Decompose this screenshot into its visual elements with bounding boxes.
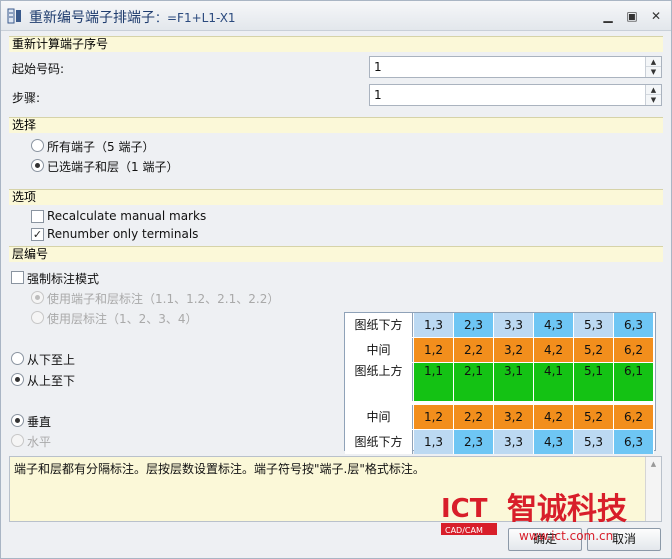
preview-cell: 5,2	[574, 405, 614, 429]
preview-cell: 4,2	[534, 405, 574, 429]
step-value[interactable]: 1	[374, 88, 382, 102]
force-mode-label: 强制标注模式	[27, 272, 100, 286]
preview-cell: 3,2	[494, 405, 534, 429]
preview-row: 中间 1,2 2,2 3,2 4,2 5,2 6,2	[345, 338, 655, 362]
preview-row-label: 图纸上方	[345, 363, 413, 401]
preview-cell: 4,1	[534, 363, 574, 401]
section-level-header: 层编号	[9, 246, 663, 262]
preview-cell: 3,3	[494, 430, 534, 454]
section-options-header: 选项	[9, 189, 663, 205]
section-selection-header: 选择	[9, 117, 663, 133]
all-terminals-label: 所有端子（5 端子）	[47, 140, 155, 154]
force-mode-checkbox[interactable]	[11, 271, 24, 284]
start-number-spinner[interactable]: 1 ▲ ▼	[369, 56, 662, 78]
step-arrows[interactable]: ▲ ▼	[645, 85, 661, 105]
preview-cell: 1,3	[414, 430, 454, 454]
close-button[interactable]: ✕	[647, 8, 665, 24]
preview-cell: 2,2	[454, 405, 494, 429]
preview-cell: 2,2	[454, 338, 494, 362]
preview-cell: 2,3	[454, 313, 494, 337]
preview-row: 图纸上方 1,1 2,1 3,1 4,1 5,1 6,1	[345, 363, 655, 401]
preview-cell: 5,2	[574, 338, 614, 362]
preview-row-label: 图纸下方	[345, 313, 413, 337]
vertical-radio[interactable]	[11, 414, 24, 427]
preview-cell: 4,3	[534, 313, 574, 337]
window-title-suffix: ：=F1+L1-X1	[155, 11, 236, 25]
preview-row-label: 图纸下方	[345, 430, 413, 454]
vertical-label: 垂直	[27, 415, 52, 429]
preview-cell: 3,1	[494, 363, 534, 401]
spin-down-icon[interactable]: ▼	[646, 67, 661, 77]
preview-cell: 6,2	[614, 405, 654, 429]
selected-terminals-radio[interactable]	[31, 159, 44, 172]
bottom-up-radio[interactable]	[11, 352, 24, 365]
start-number-value[interactable]: 1	[374, 60, 382, 74]
use-level-label: 使用层标注（1、2、3、4）	[47, 312, 198, 326]
top-down-label: 从上至下	[27, 374, 76, 388]
description-text: 端子和层都有分隔标注。层按层数设置标注。端子符号按"端子.层"格式标注。	[14, 462, 425, 476]
spin-up-icon[interactable]: ▲	[646, 57, 661, 67]
ok-button[interactable]: 确定	[508, 528, 582, 551]
preview-row: 中间 1,2 2,2 3,2 4,2 5,2 6,2	[345, 405, 655, 429]
step-spinner[interactable]: 1 ▲ ▼	[369, 84, 662, 106]
top-down-radio[interactable]	[11, 373, 24, 386]
preview-cell: 2,3	[454, 430, 494, 454]
start-number-arrows[interactable]: ▲ ▼	[645, 57, 661, 77]
maximize-button[interactable]: ▣	[623, 8, 641, 24]
preview-cell: 4,2	[534, 338, 574, 362]
preview-cell: 6,2	[614, 338, 654, 362]
horizontal-radio[interactable]	[11, 434, 24, 447]
window-title-main: 重新编号端子排端子	[29, 10, 155, 26]
renumber-only-checkbox[interactable]: ✓	[31, 228, 44, 241]
horizontal-label: 水平	[27, 435, 52, 449]
cancel-button[interactable]: 取消	[587, 528, 661, 551]
preview-cell: 6,1	[614, 363, 654, 401]
preview-cell: 1,2	[414, 338, 454, 362]
preview-cell: 5,1	[574, 363, 614, 401]
title-bar: 重新编号端子排端子：=F1+L1-X1 ▁ ▣ ✕	[1, 1, 671, 31]
step-label: 步骤:	[12, 91, 41, 105]
bottom-up-label: 从下至上	[27, 353, 76, 367]
preview-cell: 6,3	[614, 313, 654, 337]
preview-cell: 4,3	[534, 430, 574, 454]
all-terminals-radio[interactable]	[31, 139, 44, 152]
preview-row: 图纸下方 1,3 2,3 3,3 4,3 5,3 6,3	[345, 430, 655, 454]
watermark-logo-sub: CAD/CAM	[445, 526, 483, 535]
renumber-dialog: 重新编号端子排端子：=F1+L1-X1 ▁ ▣ ✕ 重新计算端子序号 起始号码:…	[0, 0, 672, 559]
scroll-up-icon[interactable]: ▲	[646, 457, 661, 471]
description-box: 端子和层都有分隔标注。层按层数设置标注。端子符号按"端子.层"格式标注。 ▲	[9, 456, 662, 522]
preview-cell: 5,3	[574, 313, 614, 337]
recalc-manual-checkbox[interactable]	[31, 210, 44, 223]
preview-cell: 6,3	[614, 430, 654, 454]
spin-down-icon[interactable]: ▼	[646, 95, 661, 105]
preview-row-label: 中间	[345, 405, 413, 429]
minimize-button[interactable]: ▁	[599, 8, 617, 24]
preview-cell: 1,1	[414, 363, 454, 401]
preview-cell: 5,3	[574, 430, 614, 454]
description-scrollbar[interactable]: ▲	[645, 457, 661, 521]
preview-cell: 1,3	[414, 313, 454, 337]
preview-row: 图纸下方 1,3 2,3 3,3 4,3 5,3 6,3	[345, 313, 655, 337]
preview-row-label: 中间	[345, 338, 413, 362]
preview-cell: 1,2	[414, 405, 454, 429]
preview-cell: 2,1	[454, 363, 494, 401]
level-preview-table: 图纸下方 1,3 2,3 3,3 4,3 5,3 6,3 中间 1,2 2,2 3,2 4,2 5,2 6…	[344, 312, 656, 454]
terminal-strip-icon	[7, 8, 21, 24]
spin-up-icon[interactable]: ▲	[646, 85, 661, 95]
use-terminal-level-radio[interactable]	[31, 291, 44, 304]
start-number-label: 起始号码:	[12, 62, 65, 76]
preview-cell: 3,3	[494, 313, 534, 337]
window-title: 重新编号端子排端子：=F1+L1-X1	[29, 7, 236, 27]
preview-cell: 3,2	[494, 338, 534, 362]
use-level-radio[interactable]	[31, 311, 44, 324]
selected-terminals-label: 已选端子和层（1 端子）	[47, 160, 179, 174]
recalc-manual-label: Recalculate manual marks	[47, 209, 207, 223]
use-terminal-level-label: 使用端子和层标注（1.1、1.2、2.1、2.2）	[47, 292, 280, 306]
section-recalc-header: 重新计算端子序号	[9, 36, 663, 52]
renumber-only-label: Renumber only terminals	[47, 227, 199, 241]
